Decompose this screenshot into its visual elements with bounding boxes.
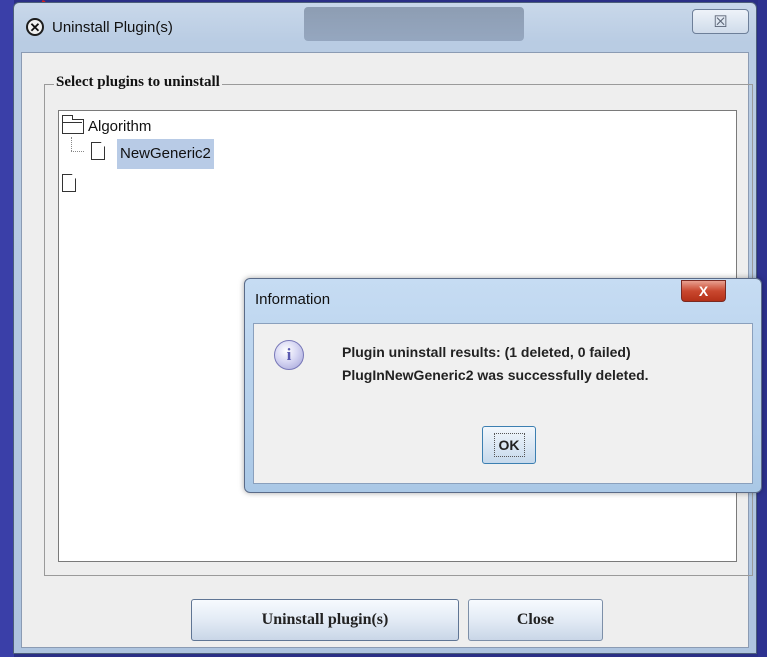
tree-connector — [71, 137, 72, 151]
dialog-body: i Plugin uninstall results: (1 deleted, … — [253, 323, 753, 484]
document-icon — [91, 142, 105, 160]
message-line-2: PlugInNewGeneric2 was successfully delet… — [342, 367, 649, 383]
close-icon: X — [698, 283, 709, 299]
uninstall-plugins-button[interactable]: Uninstall plugin(s) — [191, 599, 459, 641]
ok-button-label: OK — [493, 433, 525, 457]
window-close-button[interactable]: ☒ — [692, 9, 749, 34]
group-title: Select plugins to uninstall — [54, 74, 222, 91]
title-bar[interactable]: ✕ Uninstall Plugin(s) ☒ — [14, 3, 756, 53]
document-icon[interactable] — [62, 174, 76, 192]
dialog-close-button[interactable]: X — [681, 280, 726, 302]
tree-node-newgeneric2[interactable]: NewGeneric2 — [117, 139, 214, 169]
info-icon-glyph: i — [286, 345, 292, 364]
message-line-1: Plugin uninstall results: (1 deleted, 0 … — [342, 344, 631, 360]
information-dialog: Information X i Plugin uninstall results… — [244, 278, 762, 493]
info-icon: i — [274, 340, 304, 370]
folder-icon — [61, 115, 84, 134]
tree-connector — [71, 151, 84, 152]
close-icon: ☒ — [713, 13, 728, 31]
window-title: Uninstall Plugin(s) — [52, 19, 173, 36]
app-icon: ✕ — [26, 18, 44, 36]
dialog-title: Information — [255, 291, 331, 308]
tree-node-algorithm[interactable]: Algorithm — [88, 118, 151, 135]
close-button[interactable]: Close — [468, 599, 603, 641]
desktop-background — [0, 0, 14, 657]
ok-button[interactable]: OK — [482, 426, 536, 464]
